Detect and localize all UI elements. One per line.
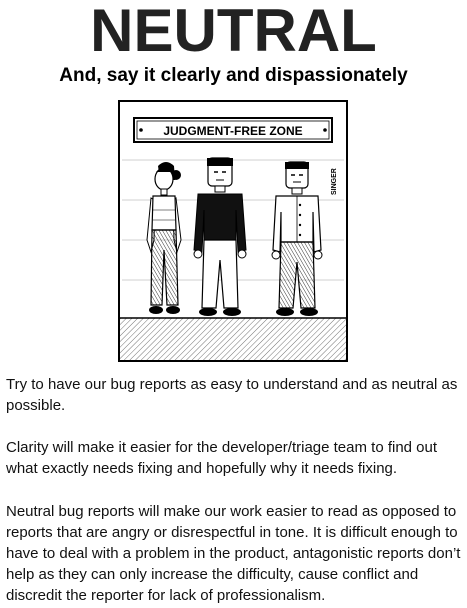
artist-signature: SINGER: [331, 168, 338, 195]
cartoon-illustration: JUDGMENT-FREE ZONE SINGER: [118, 100, 348, 362]
floor: [120, 318, 346, 360]
paragraph-neutral-intro: Try to have our bug reports as easy to u…: [6, 376, 458, 414]
paragraph-neutral-reports: Neutral bug reports will make our work e…: [6, 503, 461, 604]
sign-text: JUDGMENT-FREE ZONE: [163, 124, 302, 138]
paragraph-clarity: Clarity will make it easier for the deve…: [6, 439, 438, 477]
sign: JUDGMENT-FREE ZONE: [133, 117, 333, 143]
page-subtitle: And, say it clearly and dispassionately: [59, 65, 408, 86]
page-title: NEUTRAL: [90, 0, 377, 64]
